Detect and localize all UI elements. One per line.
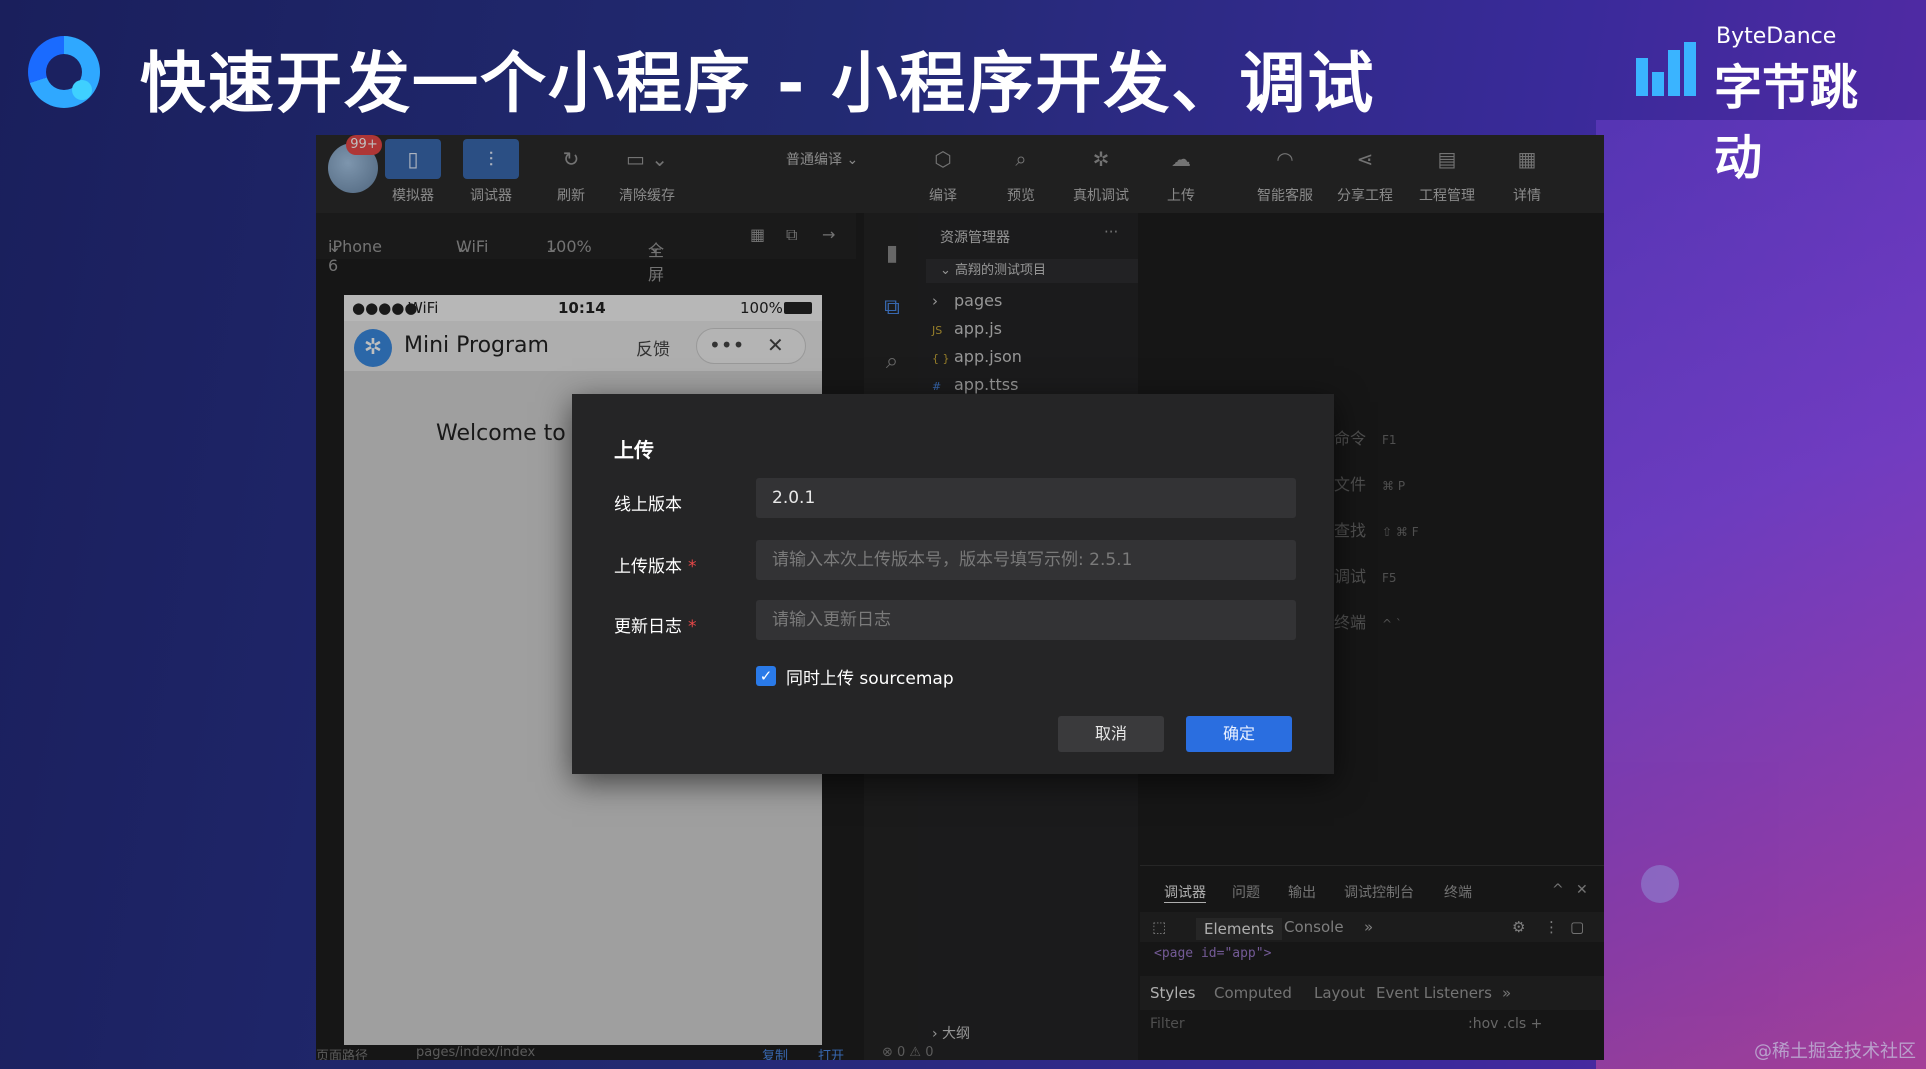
upload-dialog: 上传 线上版本 2.0.1 上传版本 * 请输入本次上传版本号，版本号填写示例: … [572,394,1334,774]
sourcemap-label[interactable]: 同时上传 sourcemap [786,664,954,689]
online-version-field: 2.0.1 [756,478,1296,518]
bytedance-logo: ByteDance 字节跳动 [1636,24,1896,186]
brand-en: ByteDance [1716,24,1837,49]
upload-version-input[interactable]: 请输入本次上传版本号，版本号填写示例: 2.5.1 [756,540,1296,580]
watermark: @稀土掘金技术社区 [1754,1041,1916,1062]
sourcemap-checkbox[interactable]: ✓ [756,666,776,686]
decor-circle [1641,865,1679,903]
changelog-input[interactable]: 请输入更新日志 [756,600,1296,640]
brand-cn: 字节跳动 [1714,60,1859,186]
slide-title: 快速开发一个小程序 - 小程序开发、调试 [140,45,1376,122]
cancel-button[interactable]: 取消 [1058,716,1164,752]
label-text: 更新日志 [614,617,682,637]
required-mark: * [688,617,697,637]
dialog-title: 上传 [614,438,654,462]
upload-version-label: 上传版本 * [614,552,697,577]
label-text: 上传版本 [614,557,682,577]
changelog-label: 更新日志 * [614,612,697,637]
required-mark: * [688,557,697,577]
online-version-label: 线上版本 [614,490,682,515]
logo-dot [72,80,92,100]
course-logo-icon [28,36,100,108]
label-text: 线上版本 [614,495,682,515]
slide-decoration [1596,120,1926,1069]
bytedance-bars-icon [1636,42,1700,96]
confirm-button[interactable]: 确定 [1186,716,1292,752]
